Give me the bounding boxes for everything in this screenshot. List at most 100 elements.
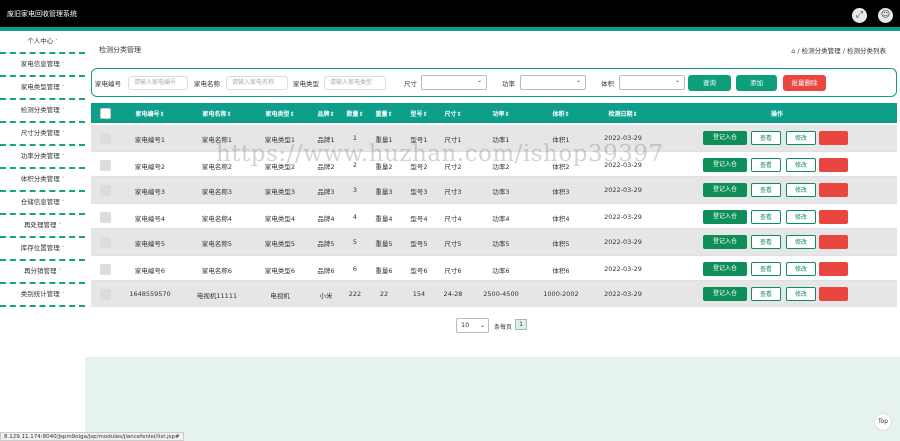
- delete-button[interactable]: 删除: [819, 262, 848, 276]
- volume-select[interactable]: ⌄: [619, 75, 685, 90]
- stock-in-button[interactable]: 登记入仓: [703, 287, 747, 301]
- table-header: 家电编号⇕ 家电名称⇕ 家电类型⇕ 品牌⇕ 数量⇕ 重量⇕ 型号⇕ 尺寸⇕ 功率…: [91, 103, 897, 123]
- view-button[interactable]: 查看: [751, 287, 781, 301]
- size-select[interactable]: ⌄: [421, 75, 487, 90]
- delete-button[interactable]: 删除: [819, 235, 848, 249]
- col-name[interactable]: 家电名称⇕: [202, 109, 231, 118]
- col-brand[interactable]: 品牌⇕: [317, 109, 334, 118]
- sidebar-item-redistribution[interactable]: 再分销管理 ˅: [0, 261, 85, 284]
- edit-button[interactable]: 修改: [786, 210, 816, 224]
- view-button[interactable]: 查看: [751, 235, 781, 249]
- cell-inspect-date: 2022-03-29: [604, 290, 642, 298]
- edit-button[interactable]: 修改: [786, 262, 816, 276]
- breadcrumb[interactable]: ⌂ / 检测分类管理 / 检测分类列表: [791, 45, 886, 55]
- query-button[interactable]: 查询: [688, 75, 731, 91]
- page-number-current[interactable]: 1: [515, 319, 527, 330]
- cell-model: 型号5: [410, 240, 428, 248]
- fullscreen-icon[interactable]: ⤢: [852, 8, 867, 23]
- cell-name: 家电名称6: [201, 267, 233, 275]
- cell-name: 家电名称5: [201, 240, 233, 248]
- edit-button[interactable]: 修改: [786, 183, 816, 197]
- sidebar-item-reprocessing[interactable]: 再处理管理 ˅: [0, 215, 85, 238]
- name-input[interactable]: 请输入家电名称: [226, 76, 288, 90]
- col-volume[interactable]: 体积⇕: [552, 109, 569, 118]
- code-input[interactable]: 请输入家电编号: [128, 76, 188, 90]
- row-checkbox[interactable]: [100, 133, 111, 144]
- sidebar-item-personal-center[interactable]: 个人中心 ˅: [0, 31, 85, 54]
- stock-in-button[interactable]: 登记入仓: [703, 158, 747, 172]
- delete-button[interactable]: 删除: [819, 131, 848, 145]
- row-checkbox[interactable]: [100, 264, 111, 275]
- sidebar-item-size-category[interactable]: 尺寸分类管理 ˅: [0, 123, 85, 146]
- sidebar-item-label: 仓储信息管理: [20, 198, 60, 206]
- col-power[interactable]: 功率⇕: [492, 109, 509, 118]
- chevron-down-icon: ˅: [61, 108, 65, 114]
- view-button[interactable]: 查看: [751, 210, 781, 224]
- sidebar-item-power-category[interactable]: 功率分类管理 ˅: [0, 146, 85, 169]
- content-footer-area: [85, 357, 900, 441]
- cell-weight: 重量3: [375, 188, 393, 196]
- stock-in-button[interactable]: 登记入仓: [703, 235, 747, 249]
- stock-in-button[interactable]: 登记入仓: [703, 210, 747, 224]
- cell-size: 24-28: [443, 290, 463, 298]
- sidebar-item-appliance-info[interactable]: 家电信息管理 ˅: [0, 54, 85, 77]
- back-to-top-button[interactable]: Top: [874, 413, 892, 431]
- cell-name: 家电名称4: [201, 215, 233, 223]
- top-bar: 废旧家电回收管理系统 ⤢ ☺: [0, 0, 900, 27]
- sidebar-item-stock-location[interactable]: 库存位置管理 ˅: [0, 238, 85, 261]
- app-title: 废旧家电回收管理系统: [7, 10, 77, 18]
- col-weight[interactable]: 重量⇕: [375, 109, 392, 118]
- add-button[interactable]: 添加: [736, 75, 777, 91]
- page-size-select[interactable]: 10 ⌄: [456, 318, 489, 333]
- select-all-checkbox[interactable]: [100, 108, 111, 119]
- col-inspect-date[interactable]: 检测日期⇕: [608, 109, 637, 118]
- type-input[interactable]: 请输入家电类型: [324, 76, 386, 90]
- chevron-down-icon: ⌄: [476, 77, 482, 84]
- edit-button[interactable]: 修改: [786, 235, 816, 249]
- edit-button[interactable]: 修改: [786, 287, 816, 301]
- row-checkbox[interactable]: [100, 160, 111, 171]
- user-icon[interactable]: ☺: [878, 8, 893, 23]
- batch-delete-button[interactable]: 批量删除: [783, 75, 826, 91]
- power-select[interactable]: ⌄: [520, 75, 586, 90]
- power-label: 功率: [502, 80, 515, 88]
- sidebar-item-volume-category[interactable]: 体积分类管理 ˅: [0, 169, 85, 192]
- cell-quantity: 2: [352, 161, 358, 169]
- row-checkbox[interactable]: [100, 237, 111, 248]
- col-model[interactable]: 型号⇕: [410, 109, 427, 118]
- cell-brand: 小米: [319, 292, 333, 300]
- cell-volume: 体积2: [552, 163, 570, 171]
- sidebar-item-storage-info[interactable]: 仓储信息管理 ˅: [0, 192, 85, 215]
- sidebar-item-category-stats[interactable]: 类别统计管理 ˅: [0, 284, 85, 307]
- sidebar-item-inspection-category[interactable]: 检测分类管理 ˅: [0, 100, 85, 123]
- view-button[interactable]: 查看: [751, 158, 781, 172]
- edit-button[interactable]: 修改: [786, 131, 816, 145]
- cell-power: 功率4: [492, 215, 510, 223]
- view-button[interactable]: 查看: [751, 131, 781, 145]
- view-button[interactable]: 查看: [751, 183, 781, 197]
- col-code[interactable]: 家电编号⇕: [135, 109, 164, 118]
- delete-button[interactable]: 删除: [819, 287, 848, 301]
- row-checkbox[interactable]: [100, 212, 111, 223]
- stock-in-button[interactable]: 登记入仓: [703, 131, 747, 145]
- delete-button[interactable]: 删除: [819, 158, 848, 172]
- col-type[interactable]: 家电类型⇕: [265, 109, 294, 118]
- table-row: 家电编号4 家电名称4 家电类型4 品牌4 4 重量4 型号4 尺寸4 功率4 …: [91, 203, 897, 229]
- cell-brand: 品牌5: [317, 240, 335, 248]
- sidebar-item-label: 家电信息管理: [20, 60, 60, 68]
- delete-button[interactable]: 删除: [819, 210, 848, 224]
- col-size[interactable]: 尺寸⇕: [444, 109, 461, 118]
- col-quantity[interactable]: 数量⇕: [346, 109, 363, 118]
- stock-in-button[interactable]: 登记入仓: [703, 262, 747, 276]
- cell-model: 154: [412, 290, 426, 298]
- view-button[interactable]: 查看: [751, 262, 781, 276]
- edit-button[interactable]: 修改: [786, 158, 816, 172]
- type-label: 家电类型: [293, 80, 319, 88]
- delete-button[interactable]: 删除: [819, 183, 848, 197]
- row-checkbox[interactable]: [100, 289, 111, 300]
- cell-model: 型号4: [410, 215, 428, 223]
- cell-weight: 重量5: [375, 240, 393, 248]
- row-checkbox[interactable]: [100, 185, 111, 196]
- stock-in-button[interactable]: 登记入仓: [703, 183, 747, 197]
- sidebar-item-appliance-type[interactable]: 家电类型管理 ˅: [0, 77, 85, 100]
